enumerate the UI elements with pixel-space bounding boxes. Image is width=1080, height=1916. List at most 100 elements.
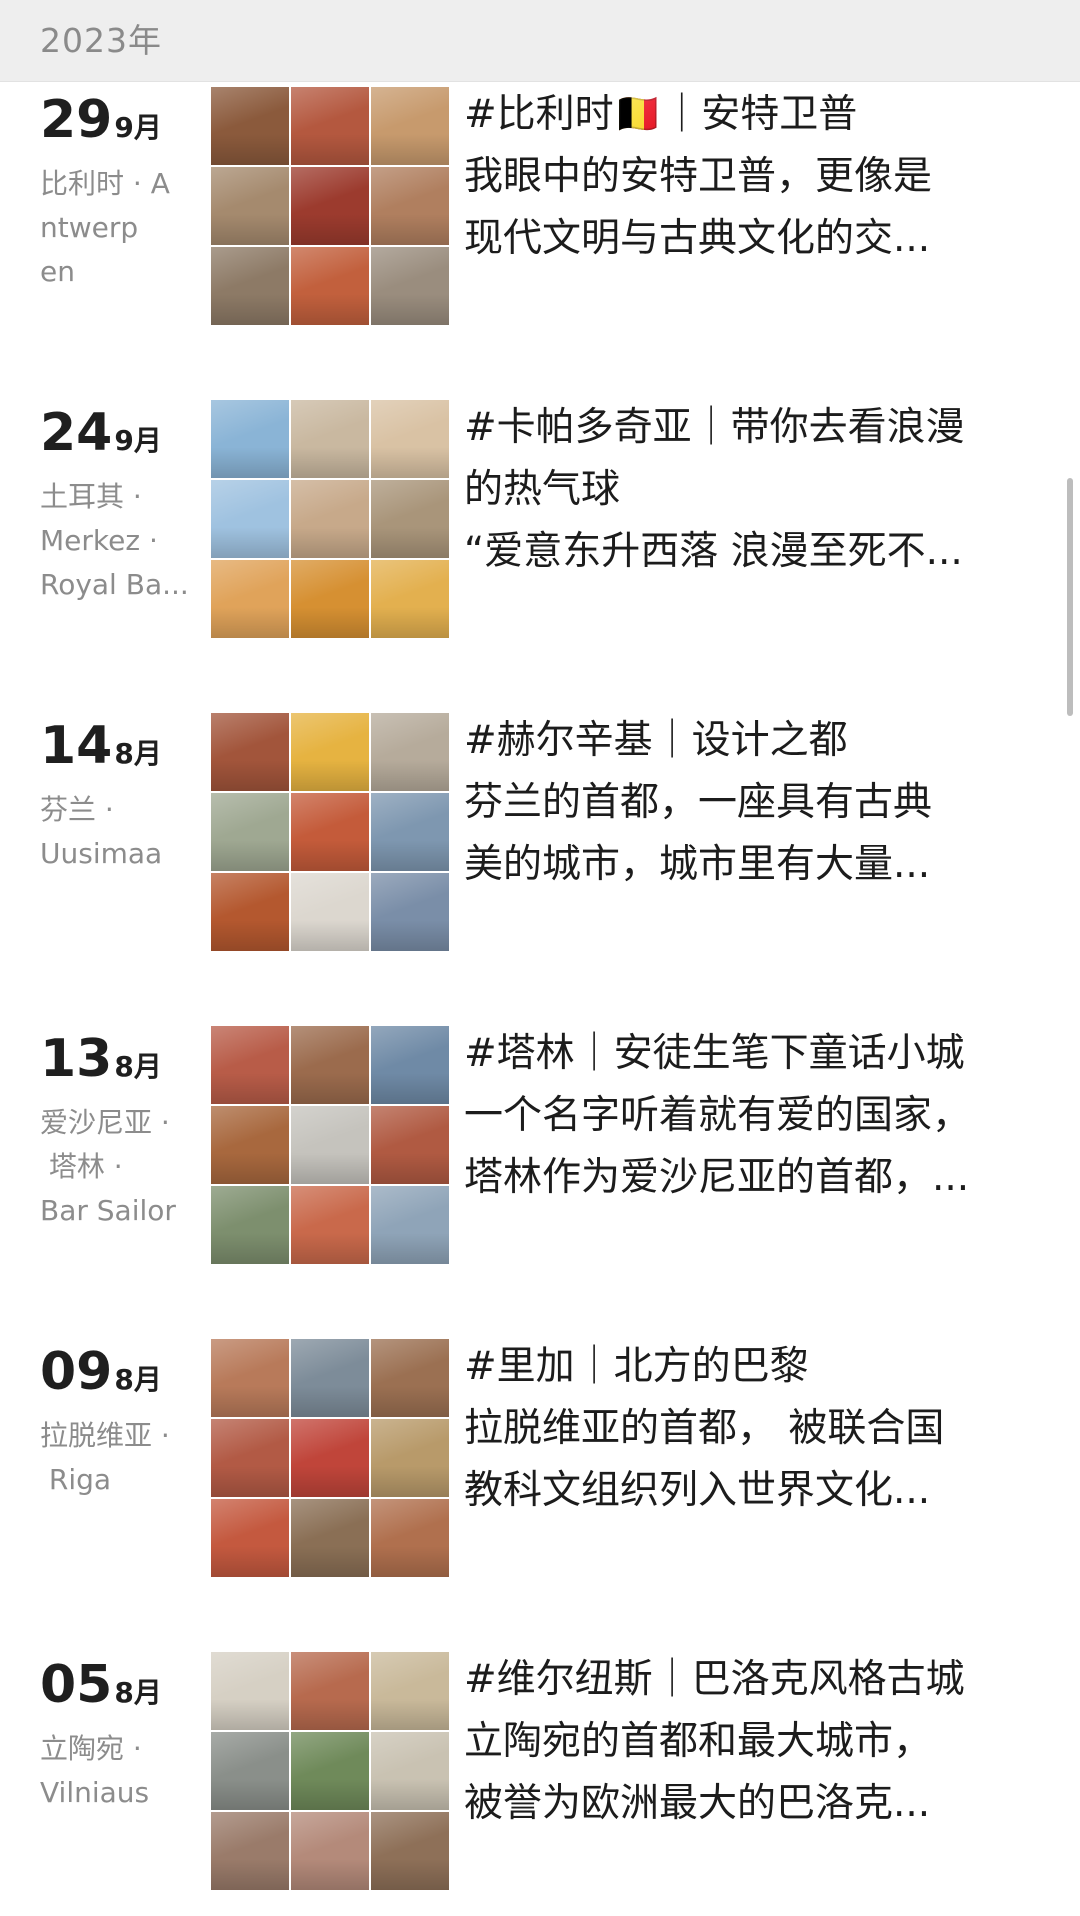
- post-day: 29: [40, 90, 113, 150]
- photo-thumbnail[interactable]: [211, 1186, 289, 1264]
- photo-grid[interactable]: [211, 87, 449, 325]
- photo-thumbnail[interactable]: [211, 713, 289, 791]
- post-date: 098月: [40, 1342, 162, 1402]
- photo-thumbnail[interactable]: [291, 87, 369, 165]
- photo-thumbnail[interactable]: [371, 87, 449, 165]
- photo-thumbnail[interactable]: [211, 1026, 289, 1104]
- photo-thumbnail[interactable]: [371, 1812, 449, 1890]
- post-text[interactable]: #比利时🇧🇪｜安特卫普 我眼中的安特卫普，更像是 现代文明与古典文化的交...: [464, 84, 1024, 270]
- photo-thumbnail[interactable]: [291, 1186, 369, 1264]
- post-location: 爱沙尼亚 · 塔林 · Bar Sailor: [40, 1106, 176, 1227]
- post-item[interactable]: 098月 拉脱维亚 · Riga #里加｜北方的巴黎 拉脱维亚的首都， 被联合国…: [0, 1334, 1080, 1577]
- post-body-line: 我眼中的安特卫普，更像是: [464, 154, 933, 199]
- post-month: 8月: [114, 1050, 162, 1083]
- photo-thumbnail[interactable]: [371, 400, 449, 478]
- photo-grid[interactable]: [211, 713, 449, 951]
- photo-thumbnail[interactable]: [291, 873, 369, 951]
- photo-thumbnail[interactable]: [291, 1732, 369, 1810]
- post-month: 8月: [114, 737, 162, 770]
- post-body-line: “爱意东升西落 浪漫至死不...: [464, 529, 963, 574]
- photo-thumbnail[interactable]: [371, 873, 449, 951]
- photo-thumbnail[interactable]: [371, 247, 449, 325]
- post-item[interactable]: 148月 芬兰 · Uusimaa #赫尔辛基｜设计之都 芬兰的首都，一座具有古…: [0, 708, 1080, 951]
- photo-thumbnail[interactable]: [291, 247, 369, 325]
- photo-grid[interactable]: [211, 1026, 449, 1264]
- photo-thumbnail[interactable]: [211, 400, 289, 478]
- photo-thumbnail[interactable]: [211, 1339, 289, 1417]
- post-date: 299月: [40, 90, 162, 150]
- photo-thumbnail[interactable]: [211, 1106, 289, 1184]
- scrollbar[interactable]: [1067, 478, 1073, 716]
- photo-thumbnail[interactable]: [371, 1732, 449, 1810]
- photo-thumbnail[interactable]: [371, 793, 449, 871]
- photo-thumbnail[interactable]: [211, 480, 289, 558]
- photo-thumbnail[interactable]: [371, 167, 449, 245]
- post-title: #卡帕多奇亚｜带你去看浪漫: [464, 405, 965, 450]
- photo-grid[interactable]: [211, 1652, 449, 1890]
- post-body-line: 芬兰的首都，一座具有古典: [464, 780, 933, 825]
- post-title: #赫尔辛基｜设计之都: [464, 718, 848, 763]
- photo-thumbnail[interactable]: [291, 1339, 369, 1417]
- photo-grid[interactable]: [211, 1339, 449, 1577]
- photo-thumbnail[interactable]: [291, 793, 369, 871]
- post-date: 249月: [40, 403, 162, 463]
- photo-thumbnail[interactable]: [371, 480, 449, 558]
- post-item[interactable]: 299月 比利时 · A ntwerp en #比利时🇧🇪｜安特卫普 我眼中的安…: [0, 82, 1080, 325]
- post-body-line: 塔林作为爱沙尼亚的首都，...: [464, 1155, 970, 1200]
- post-item[interactable]: 058月 立陶宛 · Vilniaus #维尔纽斯｜巴洛克风格古城 立陶宛的首都…: [0, 1647, 1080, 1890]
- photo-thumbnail[interactable]: [211, 1652, 289, 1730]
- year-header: 2023年: [0, 0, 1080, 82]
- photo-grid[interactable]: [211, 400, 449, 638]
- photo-thumbnail[interactable]: [291, 1652, 369, 1730]
- post-text[interactable]: #赫尔辛基｜设计之都 芬兰的首都，一座具有古典 美的城市，城市里有大量...: [464, 710, 1024, 896]
- photo-thumbnail[interactable]: [211, 793, 289, 871]
- post-title: #维尔纽斯｜巴洛克风格古城: [464, 1657, 965, 1702]
- photo-thumbnail[interactable]: [291, 1106, 369, 1184]
- photo-thumbnail[interactable]: [371, 560, 449, 638]
- photo-thumbnail[interactable]: [371, 1106, 449, 1184]
- post-date: 058月: [40, 1655, 162, 1715]
- post-body-line: 一个名字听着就有爱的国家，: [464, 1093, 972, 1138]
- post-item[interactable]: 249月 土耳其 · Merkez · Royal Ba... #卡帕多奇亚｜带…: [0, 395, 1080, 638]
- photo-thumbnail[interactable]: [371, 713, 449, 791]
- photo-thumbnail[interactable]: [371, 1499, 449, 1577]
- post-body-line: 的热气球: [464, 467, 621, 512]
- photo-thumbnail[interactable]: [291, 167, 369, 245]
- post-day: 13: [40, 1029, 113, 1089]
- photo-thumbnail[interactable]: [211, 1812, 289, 1890]
- photo-thumbnail[interactable]: [291, 1026, 369, 1104]
- post-body-line: 现代文明与古典文化的交...: [464, 216, 931, 261]
- post-text[interactable]: #塔林｜安徒生笔下童话小城 一个名字听着就有爱的国家， 塔林作为爱沙尼亚的首都，…: [464, 1023, 1024, 1209]
- photo-thumbnail[interactable]: [211, 1499, 289, 1577]
- year-label: 2023年: [40, 21, 162, 60]
- photo-thumbnail[interactable]: [291, 713, 369, 791]
- photo-thumbnail[interactable]: [371, 1339, 449, 1417]
- post-text[interactable]: #里加｜北方的巴黎 拉脱维亚的首都， 被联合国 教科文组织列入世界文化...: [464, 1336, 1024, 1522]
- photo-thumbnail[interactable]: [211, 87, 289, 165]
- photo-thumbnail[interactable]: [211, 1419, 289, 1497]
- post-day: 14: [40, 716, 113, 776]
- post-month: 9月: [114, 424, 162, 457]
- post-location: 立陶宛 · Vilniaus: [40, 1732, 150, 1809]
- photo-thumbnail[interactable]: [291, 1812, 369, 1890]
- post-body-line: 被誉为欧洲最大的巴洛克...: [464, 1781, 931, 1826]
- photo-thumbnail[interactable]: [291, 480, 369, 558]
- photo-thumbnail[interactable]: [371, 1652, 449, 1730]
- post-text[interactable]: #维尔纽斯｜巴洛克风格古城 立陶宛的首都和最大城市， 被誉为欧洲最大的巴洛克..…: [464, 1649, 1024, 1835]
- photo-thumbnail[interactable]: [211, 1732, 289, 1810]
- photo-thumbnail[interactable]: [371, 1186, 449, 1264]
- photo-thumbnail[interactable]: [291, 1419, 369, 1497]
- photo-thumbnail[interactable]: [211, 560, 289, 638]
- post-text[interactable]: #卡帕多奇亚｜带你去看浪漫 的热气球 “爱意东升西落 浪漫至死不...: [464, 397, 1024, 583]
- photo-thumbnail[interactable]: [371, 1419, 449, 1497]
- post-title: #里加｜北方的巴黎: [464, 1344, 809, 1389]
- photo-thumbnail[interactable]: [371, 1026, 449, 1104]
- photo-thumbnail[interactable]: [291, 560, 369, 638]
- photo-thumbnail[interactable]: [211, 167, 289, 245]
- post-day: 09: [40, 1342, 113, 1402]
- post-item[interactable]: 138月 爱沙尼亚 · 塔林 · Bar Sailor #塔林｜安徒生笔下童话小…: [0, 1021, 1080, 1264]
- photo-thumbnail[interactable]: [291, 1499, 369, 1577]
- photo-thumbnail[interactable]: [211, 873, 289, 951]
- photo-thumbnail[interactable]: [291, 400, 369, 478]
- photo-thumbnail[interactable]: [211, 247, 289, 325]
